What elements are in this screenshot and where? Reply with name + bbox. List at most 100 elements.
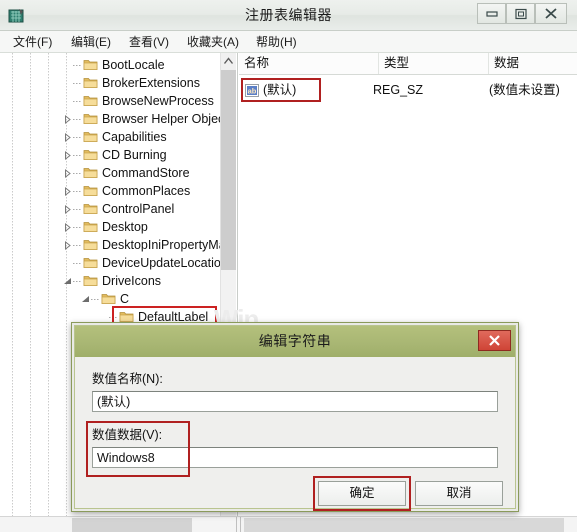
edit-string-dialog: 编辑字符串 数值名称(N): (默认) 数值数据(V): Windows8 确定… xyxy=(71,322,519,512)
tree-connector xyxy=(73,191,82,192)
tree-connector xyxy=(91,299,100,300)
tree-connector xyxy=(73,209,82,210)
tree-item-brokerextensions[interactable]: BrokerExtensions xyxy=(0,74,237,92)
tree-item-label: BrowseNewProcess xyxy=(102,94,214,108)
menu-item-file[interactable]: 文件(F) xyxy=(10,33,55,51)
folder-icon xyxy=(83,60,98,70)
tree-connector xyxy=(73,173,82,174)
triangle-collapsed-icon[interactable] xyxy=(63,187,72,196)
tree-item-c[interactable]: C xyxy=(0,290,237,308)
tree-connector xyxy=(73,263,82,264)
folder-icon xyxy=(83,132,98,142)
triangle-collapsed-icon[interactable] xyxy=(63,241,72,250)
tree-item-browser-helper-objects[interactable]: Browser Helper Objects xyxy=(0,110,237,128)
tree-item-label: Capabilities xyxy=(102,130,167,144)
tree-item-desktop[interactable]: Desktop xyxy=(0,218,237,236)
table-row[interactable]: ab (默认) REG_SZ (数值未设置) xyxy=(239,81,577,100)
tree-item-label: BrokerExtensions xyxy=(102,76,200,90)
tree-item-cd-burning[interactable]: CD Burning xyxy=(0,146,237,164)
dialog-title-bar: 编辑字符串 xyxy=(75,326,515,357)
triangle-collapsed-icon[interactable] xyxy=(63,151,72,160)
triangle-collapsed-icon[interactable] xyxy=(63,133,72,142)
folder-icon xyxy=(83,258,98,268)
column-header-type[interactable]: 类型 xyxy=(379,53,489,74)
dialog-title: 编辑字符串 xyxy=(258,333,332,349)
string-value-icon: ab xyxy=(245,84,259,97)
menu-item-view[interactable]: 查看(V) xyxy=(126,33,172,51)
close-icon xyxy=(545,8,557,19)
tree-connector xyxy=(73,101,82,102)
close-icon xyxy=(489,335,500,346)
menu-bar: 文件(F) 编辑(E) 查看(V) 收藏夹(A) 帮助(H) xyxy=(0,31,577,53)
ok-button[interactable]: 确定 xyxy=(318,481,406,506)
menu-item-edit[interactable]: 编辑(E) xyxy=(68,33,114,51)
column-header-data[interactable]: 数据 xyxy=(489,53,577,74)
tree-item-label: DesktopIniPropertyMap xyxy=(102,238,233,252)
horizontal-scrollbar-strip[interactable] xyxy=(0,516,577,532)
list-horizontal-scroll-thumb[interactable] xyxy=(244,518,564,532)
tree-item-label: BootLocale xyxy=(102,58,165,72)
folder-icon xyxy=(83,222,98,232)
maximize-icon xyxy=(515,8,527,20)
tree-connector xyxy=(73,83,82,84)
tree-item-label: CommonPlaces xyxy=(102,184,191,198)
folder-icon xyxy=(101,294,116,304)
tree-connector xyxy=(109,317,118,318)
tree-item-label: DeviceUpdateLocations xyxy=(102,256,235,270)
tree-item-browsenewprocess[interactable]: BrowseNewProcess xyxy=(0,92,237,110)
dialog-close-button[interactable] xyxy=(478,330,511,351)
title-bar: 注册表编辑器 xyxy=(0,0,577,31)
folder-icon xyxy=(83,240,98,250)
close-button[interactable] xyxy=(535,3,567,24)
minimize-button[interactable] xyxy=(477,3,506,24)
triangle-collapsed-icon[interactable] xyxy=(63,205,72,214)
svg-text:ab: ab xyxy=(248,86,257,95)
chevron-up-icon xyxy=(223,57,234,64)
scroll-up-button[interactable] xyxy=(221,53,236,70)
tree-item-label: C xyxy=(120,292,130,306)
list-header: 名称 类型 数据 xyxy=(239,53,577,75)
dialog-frame: 编辑字符串 数值名称(N): (默认) 数值数据(V): Windows8 确定… xyxy=(74,325,516,511)
triangle-collapsed-icon[interactable] xyxy=(63,223,72,232)
tree-item-capabilities[interactable]: Capabilities xyxy=(0,128,237,146)
tree-connector xyxy=(73,227,82,228)
dialog-body: 数值名称(N): (默认) 数值数据(V): Windows8 确定 取消 xyxy=(75,357,515,511)
tree-item-commonplaces[interactable]: CommonPlaces xyxy=(0,182,237,200)
folder-icon xyxy=(83,150,98,160)
value-data-label: 数值数据(V): xyxy=(92,428,163,442)
menu-item-help[interactable]: 帮助(H) xyxy=(253,33,300,51)
tree-connector xyxy=(73,245,82,246)
tree-item-driveicons[interactable]: DriveIcons xyxy=(0,272,237,290)
tree-horizontal-scroll-thumb[interactable] xyxy=(72,518,192,532)
tree-connector xyxy=(73,137,82,138)
scroll-separator xyxy=(236,517,237,532)
tree-item-desktopinipropertymap[interactable]: DesktopIniPropertyMap xyxy=(0,236,237,254)
column-header-name[interactable]: 名称 xyxy=(239,53,379,74)
folder-icon xyxy=(83,78,98,88)
triangle-collapsed-icon[interactable] xyxy=(63,115,72,124)
cell-name: (默认) xyxy=(263,83,297,97)
maximize-button[interactable] xyxy=(506,3,535,24)
scroll-thumb[interactable] xyxy=(221,70,236,270)
cancel-button[interactable]: 取消 xyxy=(415,481,503,506)
folder-icon xyxy=(83,276,98,286)
value-data-input[interactable]: Windows8 xyxy=(92,447,498,468)
triangle-collapsed-icon[interactable] xyxy=(63,169,72,178)
tree-item-deviceupdatelocations[interactable]: DeviceUpdateLocations xyxy=(0,254,237,272)
tree-connector xyxy=(73,65,82,66)
triangle-expanded-icon[interactable] xyxy=(63,277,72,286)
cell-data: (数值未设置) xyxy=(489,83,560,97)
menu-item-favorites[interactable]: 收藏夹(A) xyxy=(184,33,242,51)
folder-icon xyxy=(83,168,98,178)
tree-connector xyxy=(73,155,82,156)
tree-item-label: Desktop xyxy=(102,220,148,234)
tree-item-commandstore[interactable]: CommandStore xyxy=(0,164,237,182)
folder-icon xyxy=(83,186,98,196)
tree-connector xyxy=(73,281,82,282)
tree-item-bootlocale[interactable]: BootLocale xyxy=(0,56,237,74)
tree-item-controlpanel[interactable]: ControlPanel xyxy=(0,200,237,218)
value-name-input[interactable]: (默认) xyxy=(92,391,498,412)
scroll-separator-2 xyxy=(240,517,241,532)
tree-item-label: Browser Helper Objects xyxy=(102,112,234,126)
triangle-expanded-icon[interactable] xyxy=(81,295,90,304)
